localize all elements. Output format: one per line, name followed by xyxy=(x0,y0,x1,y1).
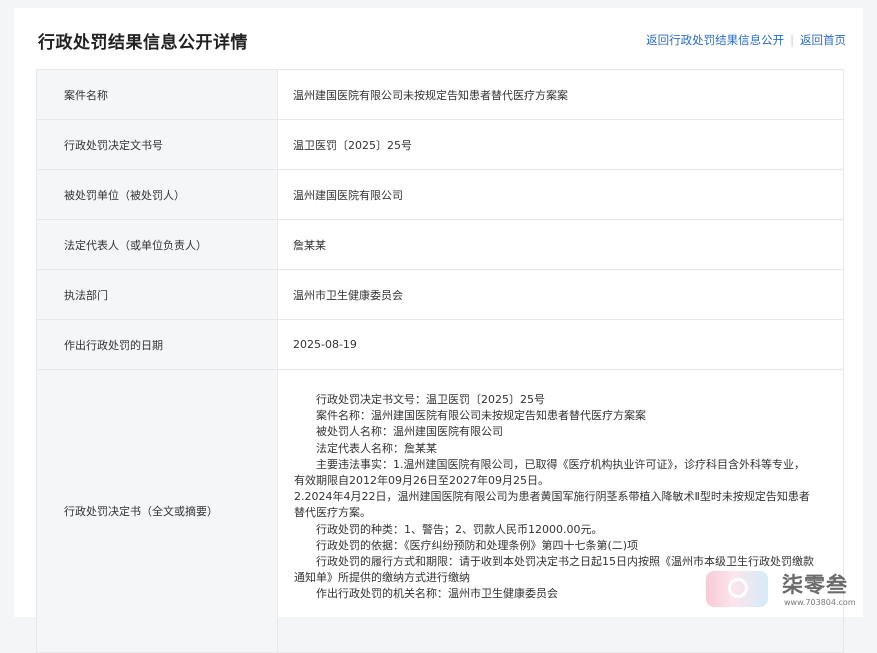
table-row: 行政处罚决定文书号 温卫医罚〔2025〕25号 xyxy=(36,119,844,170)
row-label: 案件名称 xyxy=(36,69,278,120)
row-value: 詹某某 xyxy=(277,219,844,270)
row-value: 2025-08-19 xyxy=(277,319,844,370)
page-header: 行政处罚结果信息公开详情 返回行政处罚结果信息公开 | 返回首页 xyxy=(14,8,863,66)
table-row: 被处罚单位（被处罚人） 温州建国医院有限公司 xyxy=(36,169,844,220)
table-row: 执法部门 温州市卫生健康委员会 xyxy=(36,269,844,320)
watermark-brand: 柒零叁 xyxy=(782,573,848,597)
watermark-url: www.703804.com xyxy=(784,598,856,607)
decision-line: 主要违法事实：1.温州建国医院有限公司，已取得《医疗机构执业许可证》，诊疗科目含… xyxy=(316,457,805,471)
watermark: 柒零叁 www.703804.com xyxy=(706,567,866,613)
row-label: 法定代表人（或单位负责人） xyxy=(36,219,278,270)
decision-line: 法定代表人名称：詹某某 xyxy=(316,441,437,455)
decision-line: 被处罚人名称：温州建国医院有限公司 xyxy=(316,425,503,439)
decision-line: 替代医疗方案。 xyxy=(294,506,371,520)
decision-label: 行政处罚决定书（全文或摘要） xyxy=(36,369,278,653)
decision-line: 案件名称：温州建国医院有限公司未按规定告知患者替代医疗方案案 xyxy=(316,409,646,423)
row-value: 温卫医罚〔2025〕25号 xyxy=(277,119,844,170)
table-row: 法定代表人（或单位负责人） 詹某某 xyxy=(36,219,844,270)
row-value: 温州建国医院有限公司 xyxy=(277,169,844,220)
decision-line: 行政处罚的依据：《医疗纠纷预防和处理条例》第四十七条第(二)项 xyxy=(316,538,639,552)
decision-line: 有效期限自2012年09月26日至2027年09月25日。 xyxy=(294,474,549,488)
decision-line: 行政处罚的种类：1、警告；2、罚款人民币12000.00元。 xyxy=(316,522,603,536)
row-label: 作出行政处罚的日期 xyxy=(36,319,278,370)
row-value: 温州市卫生健康委员会 xyxy=(277,269,844,320)
decision-line: 行政处罚决定书文号：温卫医罚〔2025〕25号 xyxy=(316,393,545,406)
decision-line: 2.2024年4月22日，温州建国医院有限公司为患者黄国军施行阴茎系带植入降敏术… xyxy=(294,490,810,504)
page-title: 行政处罚结果信息公开详情 xyxy=(38,33,248,53)
row-label: 执法部门 xyxy=(36,269,278,320)
watermark-logo-icon xyxy=(706,571,768,607)
back-home-link[interactable]: 返回首页 xyxy=(800,33,846,47)
header-links: 返回行政处罚结果信息公开 | 返回首页 xyxy=(646,32,846,48)
detail-card: 行政处罚结果信息公开详情 返回行政处罚结果信息公开 | 返回首页 案件名称 温州建国… xyxy=(14,8,863,653)
table-row: 作出行政处罚的日期 2025-08-19 xyxy=(36,319,844,370)
link-separator: | xyxy=(790,33,794,47)
row-label: 行政处罚决定文书号 xyxy=(36,119,278,170)
row-label: 被处罚单位（被处罚人） xyxy=(36,169,278,220)
detail-table: 案件名称 温州建国医院有限公司未按规定告知患者替代医疗方案案 行政处罚决定文书号… xyxy=(36,69,844,653)
table-row: 案件名称 温州建国医院有限公司未按规定告知患者替代医疗方案案 xyxy=(36,69,844,120)
back-to-list-link[interactable]: 返回行政处罚结果信息公开 xyxy=(646,33,784,47)
row-value: 温州建国医院有限公司未按规定告知患者替代医疗方案案 xyxy=(277,69,844,120)
